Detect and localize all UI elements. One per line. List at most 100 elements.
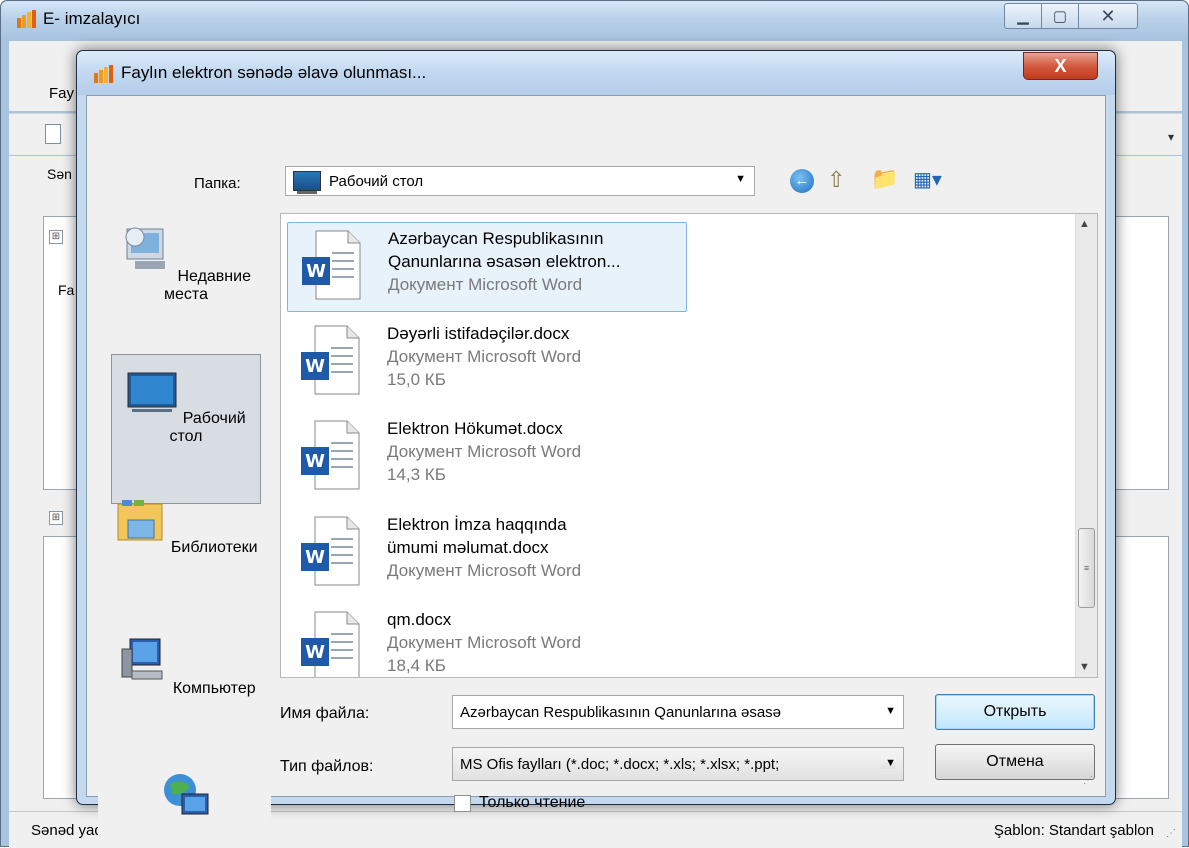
- open-button-label: Открыть: [983, 703, 1047, 720]
- views-menu-icon[interactable]: ▦▾: [913, 167, 943, 191]
- app-logo-icon: [17, 10, 36, 28]
- file-name: Dəyərli istifadəçilər.docx: [387, 324, 570, 343]
- file-size: 18,4 КБ: [387, 656, 446, 675]
- file-list-scrollbar[interactable]: ▲ ≡ ▼: [1075, 214, 1097, 677]
- file-type: Документ Microsoft Word: [388, 275, 583, 294]
- word-document-icon: W: [301, 611, 360, 677]
- file-name-cont: ümumi məlumat.docx: [387, 538, 549, 557]
- readonly-option[interactable]: Только чтение: [454, 794, 585, 812]
- file-name: qm.docx: [387, 610, 452, 629]
- recent-places-icon: [125, 227, 166, 269]
- place-recent[interactable]: Недавние места: [111, 223, 261, 304]
- svg-text:W: W: [305, 642, 325, 663]
- file-item[interactable]: W Elektron İmza haqqında ümumi məlumat.d…: [287, 509, 687, 599]
- place-libraries[interactable]: Библиотеки: [111, 494, 261, 557]
- chevron-down-icon: ▼: [881, 757, 896, 769]
- file-item[interactable]: W qm.docx Документ Microsoft Word 18,4 К…: [287, 604, 687, 677]
- up-folder-icon[interactable]: ⇧: [827, 167, 845, 193]
- back-arrow-icon[interactable]: ←: [790, 169, 814, 193]
- file-item[interactable]: W Elektron Hökumət.docx Документ Microso…: [287, 413, 687, 503]
- place-computer[interactable]: Компьютер: [111, 635, 261, 698]
- place-desktop-label: Рабочий стол: [169, 410, 246, 445]
- file-name: Azərbaycan Respublikasının: [388, 229, 604, 248]
- desktop-icon: [127, 372, 177, 412]
- file-name: Elektron İmza haqqında: [387, 515, 567, 534]
- open-button[interactable]: Открыть: [935, 694, 1095, 730]
- place-libraries-label: Библиотеки: [170, 539, 258, 556]
- file-item[interactable]: W Azərbaycan Respublikasının Qanunlarına…: [287, 222, 687, 312]
- filetype-value: MS Ofis faylları (*.doc; *.docx; *.xls; …: [460, 756, 780, 773]
- chevron-down-icon: ▼: [735, 173, 746, 185]
- chevron-down-icon[interactable]: ▼: [881, 705, 896, 717]
- file-name: Elektron Hökumət.docx: [387, 419, 563, 438]
- file-size: 15,0 КБ: [387, 370, 446, 389]
- svg-text:W: W: [305, 547, 325, 568]
- readonly-label: Только чтение: [479, 794, 586, 811]
- place-network[interactable]: [111, 770, 261, 833]
- file-type: Документ Microsoft Word: [387, 561, 582, 580]
- filename-label: Имя файла:: [280, 705, 370, 722]
- toolbar-overflow-icon[interactable]: ▾: [1168, 130, 1174, 144]
- minimize-icon: ▁: [1017, 8, 1029, 25]
- word-document-icon: W: [301, 325, 360, 395]
- close-icon: X: [1054, 55, 1067, 76]
- libraries-icon: [117, 500, 163, 541]
- expand-icon[interactable]: ⊞: [49, 230, 63, 244]
- filename-value: Azərbaycan Respublikasının Qanunlarına ə…: [460, 704, 782, 721]
- resize-grip-icon[interactable]: ⋰: [1083, 775, 1093, 786]
- filetype-dropdown[interactable]: MS Ofis faylları (*.doc; *.docx; *.xls; …: [452, 747, 904, 781]
- main-titlebar: E- imzalayıcı ▁ ▢ ✕: [1, 1, 1188, 41]
- main-window-title: E- imzalayıcı: [43, 9, 141, 28]
- status-template: Şablon: Standart şablon: [993, 822, 1154, 839]
- scroll-down-icon[interactable]: ▼: [1079, 661, 1090, 673]
- filename-input[interactable]: Azərbaycan Respublikasının Qanunlarına ə…: [452, 695, 904, 729]
- dialog-body: Папка: Рабочий стол ▼ ← ⇧ 📁 ▦▾ Недавние …: [86, 95, 1106, 842]
- file-type: Документ Microsoft Word: [387, 347, 582, 366]
- svg-text:W: W: [306, 261, 326, 282]
- network-icon: [164, 774, 209, 815]
- scroll-thumb[interactable]: ≡: [1078, 528, 1095, 608]
- lookin-label: Папка:: [194, 175, 241, 192]
- app-logo-icon: [94, 65, 113, 83]
- lookin-value: Рабочий стол: [329, 172, 424, 190]
- lookin-dropdown[interactable]: Рабочий стол ▼: [285, 166, 755, 196]
- svg-text:W: W: [305, 451, 325, 472]
- place-desktop[interactable]: Рабочий стол: [111, 354, 261, 504]
- expand-icon[interactable]: ⊞: [49, 511, 63, 525]
- cancel-button-label: Отмена: [986, 753, 1044, 770]
- file-size: 14,3 КБ: [387, 465, 446, 484]
- close-icon: ✕: [1100, 5, 1116, 26]
- minimize-button[interactable]: ▁: [1004, 3, 1042, 29]
- computer-icon: [121, 638, 163, 680]
- new-document-icon[interactable]: [45, 124, 61, 144]
- word-document-icon: W: [301, 420, 360, 490]
- file-type: Документ Microsoft Word: [387, 633, 582, 652]
- maximize-button[interactable]: ▢: [1041, 3, 1079, 29]
- word-document-icon: W: [302, 230, 361, 300]
- resize-grip-icon[interactable]: ⋰: [1166, 828, 1176, 839]
- dialog-close-button[interactable]: X: [1023, 52, 1098, 80]
- file-list[interactable]: W Azərbaycan Respublikasının Qanunlarına…: [280, 213, 1098, 678]
- tab-document[interactable]: Sən: [47, 166, 72, 182]
- files-grid-header: Fa: [58, 282, 75, 298]
- scroll-up-icon[interactable]: ▲: [1079, 218, 1090, 230]
- main-close-button[interactable]: ✕: [1078, 3, 1138, 29]
- new-folder-icon[interactable]: 📁: [871, 166, 898, 192]
- file-name-cont: Qanunlarına əsasən elektron...: [388, 252, 621, 271]
- places-bar: Недавние места Рабочий стол Библиотеки К…: [98, 215, 271, 842]
- readonly-checkbox[interactable]: [454, 794, 471, 812]
- cancel-button[interactable]: Отмена: [935, 744, 1095, 780]
- desktop-icon: [293, 171, 321, 194]
- place-computer-label: Компьютер: [172, 680, 256, 697]
- file-type: Документ Microsoft Word: [387, 442, 582, 461]
- word-document-icon: W: [301, 516, 360, 586]
- menu-file[interactable]: Fay: [49, 85, 74, 102]
- dialog-title: Faylın elektron sənədə əlavə olunması...: [121, 63, 427, 82]
- open-file-dialog: Faylın elektron sənədə əlavə olunması...…: [76, 50, 1116, 842]
- dialog-titlebar: Faylın elektron sənədə əlavə olunması...…: [77, 51, 1115, 95]
- filetype-label: Тип файлов:: [280, 758, 374, 775]
- file-item[interactable]: W Dəyərli istifadəçilər.docx Документ Mi…: [287, 318, 687, 408]
- svg-text:W: W: [305, 356, 325, 377]
- place-recent-label: Недавние места: [164, 268, 251, 303]
- maximize-icon: ▢: [1052, 8, 1068, 25]
